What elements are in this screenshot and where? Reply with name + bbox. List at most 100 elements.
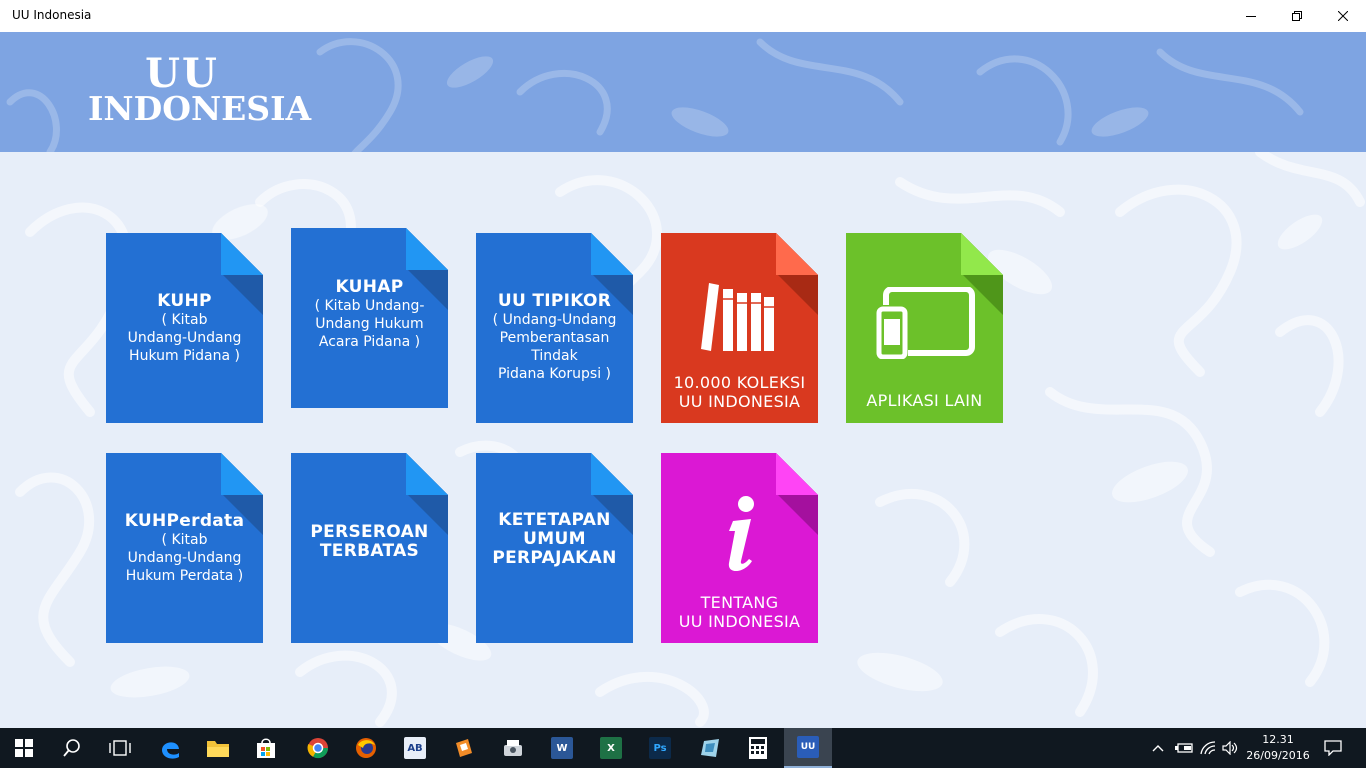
- excel-icon: X: [600, 737, 622, 759]
- windows-icon: [15, 739, 33, 757]
- search-icon: [63, 739, 80, 757]
- tile-subtitle-4: Pidana Korupsi ): [497, 366, 612, 382]
- tile-uu-tipikor[interactable]: UU TIPIKOR ( Undang-Undang Pemberantasan…: [476, 233, 633, 423]
- scanner-icon: [504, 740, 522, 756]
- taskbar-edge[interactable]: [146, 728, 194, 768]
- app-content: UU INDONESIA KUHP ( Kitab Undang-Undang …: [0, 32, 1366, 728]
- taskbar-word[interactable]: W: [538, 728, 586, 768]
- tile-subtitle-3: Tindak: [531, 348, 578, 364]
- tile-caption-2: UU INDONESIA: [678, 612, 801, 631]
- tile-title-2: TERBATAS: [319, 541, 420, 561]
- devices-icon: [876, 287, 975, 359]
- tile-subtitle-2: Undang-Undang: [127, 330, 242, 346]
- search-button[interactable]: [48, 728, 96, 768]
- taskbar-photoshop[interactable]: Ps: [636, 728, 684, 768]
- tile-subtitle-1: ( Kitab Undang-: [314, 298, 425, 314]
- tile-ketetapan-umum-perpajakan[interactable]: KETETAPAN UMUM PERPAJAKAN: [476, 453, 633, 643]
- tile-subtitle-2: Undang Hukum: [315, 316, 424, 332]
- tile-subtitle-3: Acara Pidana ): [318, 334, 421, 350]
- tile-subtitle-2: Pemberantasan: [499, 330, 610, 346]
- taskbar-app-blue[interactable]: [686, 728, 734, 768]
- tile-caption-1: APLIKASI LAIN: [866, 391, 983, 410]
- start-button[interactable]: [0, 728, 48, 768]
- tile-perseroan-terbatas[interactable]: PERSEROAN TERBATAS: [291, 453, 448, 643]
- network-button[interactable]: [1196, 728, 1220, 768]
- tile-title: KUHPerdata: [124, 511, 245, 531]
- task-view-button[interactable]: [96, 728, 144, 768]
- logo-line-1: UU: [145, 50, 219, 97]
- tile-title: UU TIPIKOR: [497, 291, 612, 311]
- tile-kuhperdata[interactable]: KUHPerdata ( Kitab Undang-Undang Hukum P…: [106, 453, 263, 643]
- tile-caption-1: TENTANG: [700, 593, 779, 612]
- tile-subtitle-3: Hukum Perdata ): [125, 568, 244, 584]
- minimize-icon: [1246, 16, 1256, 17]
- notification-icon: [1324, 740, 1342, 756]
- tile-title-1: PERSEROAN: [310, 522, 429, 542]
- window-title: UU Indonesia: [12, 8, 92, 22]
- close-button[interactable]: [1320, 0, 1366, 32]
- tile-subtitle-3: Hukum Pidana ): [129, 348, 240, 364]
- taskbar-app-ab[interactable]: AB: [391, 728, 439, 768]
- clock-time: 12.31: [1262, 733, 1294, 746]
- chevron-up-icon: [1152, 745, 1164, 752]
- tile-tentang[interactable]: TENTANG UU INDONESIA: [661, 453, 818, 643]
- taskbar: AB W X Ps UU 12.31 26/09/2016: [0, 728, 1366, 768]
- volume-icon: [1222, 741, 1238, 755]
- photoshop-icon: Ps: [649, 737, 671, 759]
- taskbar-excel[interactable]: X: [587, 728, 635, 768]
- calculator-icon: [749, 737, 767, 759]
- tile-subtitle-2: Undang-Undang: [127, 550, 242, 566]
- tile-caption-2: UU INDONESIA: [678, 392, 801, 411]
- battery-icon: [1175, 743, 1193, 753]
- taskbar-calculator[interactable]: [734, 728, 782, 768]
- uu-indonesia-icon: UU: [797, 736, 819, 758]
- tile-kuhap[interactable]: KUHAP ( Kitab Undang- Undang Hukum Acara…: [291, 228, 448, 418]
- firefox-icon: [356, 738, 376, 758]
- tile-title: KUHAP: [335, 277, 404, 297]
- taskbar-store[interactable]: [242, 728, 290, 768]
- logo-line-2: INDONESIA: [88, 89, 312, 128]
- minimize-button[interactable]: [1228, 0, 1274, 32]
- close-icon: [1338, 11, 1348, 21]
- folder-icon: [207, 741, 229, 757]
- taskbar-app-orange[interactable]: [439, 728, 487, 768]
- books-icon: [701, 283, 774, 351]
- store-icon: [257, 738, 275, 758]
- restore-button[interactable]: [1274, 0, 1320, 32]
- tile-subtitle-1: ( Undang-Undang: [492, 312, 617, 328]
- tile-title-1: KETETAPAN: [498, 510, 611, 530]
- uu-indonesia-logo: UU INDONESIA: [88, 50, 312, 128]
- tile-subtitle-1: ( Kitab: [161, 532, 208, 548]
- tile-aplikasi-lain[interactable]: APLIKASI LAIN: [846, 233, 1003, 423]
- taskbar-file-explorer[interactable]: [194, 728, 242, 768]
- volume-button[interactable]: [1218, 728, 1242, 768]
- info-icon: [728, 496, 754, 572]
- tile-koleksi[interactable]: 10.000 KOLEKSI UU INDONESIA: [661, 233, 818, 423]
- edge-icon: [162, 742, 179, 759]
- tile-title-2: UMUM: [523, 529, 586, 549]
- tile-kuhp[interactable]: KUHP ( Kitab Undang-Undang Hukum Pidana …: [106, 233, 263, 423]
- show-hidden-icons-button[interactable]: [1146, 728, 1170, 768]
- wifi-icon: [1200, 741, 1216, 755]
- word-icon: W: [551, 737, 573, 759]
- taskbar-uu-indonesia[interactable]: UU: [784, 728, 832, 768]
- tile-title: KUHP: [157, 291, 212, 311]
- battery-button[interactable]: [1172, 728, 1196, 768]
- taskbar-firefox[interactable]: [342, 728, 390, 768]
- orange-app-icon: [456, 739, 472, 757]
- tile-subtitle-1: ( Kitab: [161, 312, 208, 328]
- title-bar: UU Indonesia: [0, 0, 1366, 32]
- restore-icon: [1292, 11, 1302, 21]
- app-header: UU INDONESIA: [0, 32, 1366, 152]
- tile-title-3: PERPAJAKAN: [492, 548, 617, 568]
- clock-date: 26/09/2016: [1246, 749, 1310, 762]
- taskbar-chrome[interactable]: [294, 728, 342, 768]
- task-view-icon: [109, 740, 131, 756]
- system-clock[interactable]: 12.31 26/09/2016: [1244, 732, 1312, 764]
- tile-caption-1: 10.000 KOLEKSI: [673, 373, 806, 392]
- chrome-icon: [307, 738, 329, 759]
- action-center-button[interactable]: [1320, 728, 1346, 768]
- blue-app-icon: [701, 739, 719, 757]
- ab-icon: AB: [404, 737, 426, 759]
- taskbar-app-scanner[interactable]: [489, 728, 537, 768]
